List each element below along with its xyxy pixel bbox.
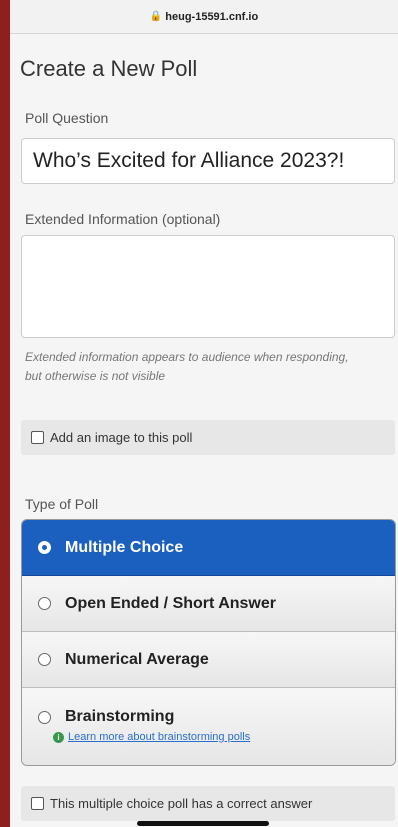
poll-type-multiple-choice[interactable]: Multiple Choice xyxy=(22,520,395,576)
poll-type-selector: Multiple Choice Open Ended / Short Answe… xyxy=(21,519,396,766)
question-value: Who’s Excited for Alliance 2023?! xyxy=(33,149,345,172)
brainstorming-learn-more-text: Learn more about brainstorming polls xyxy=(68,731,251,743)
correct-answer-label: This multiple choice poll has a correct … xyxy=(50,796,313,811)
question-label: Poll Question xyxy=(25,110,109,126)
add-image-option[interactable]: Add an image to this poll xyxy=(21,420,395,455)
poll-type-numerical-average[interactable]: Numerical Average xyxy=(22,632,395,688)
home-indicator xyxy=(137,821,269,826)
extended-info-textarea[interactable] xyxy=(21,235,395,338)
add-image-checkbox[interactable] xyxy=(31,431,44,444)
add-image-label: Add an image to this poll xyxy=(50,430,193,445)
page-title: Create a New Poll xyxy=(20,56,198,81)
brainstorming-learn-more-link[interactable]: i Learn more about brainstorming polls xyxy=(53,731,251,743)
poll-type-brainstorming[interactable]: Brainstorming i Learn more about brainst… xyxy=(22,688,395,765)
poll-type-open-ended[interactable]: Open Ended / Short Answer xyxy=(22,576,395,632)
radio-icon xyxy=(38,711,51,724)
poll-type-label: Type of Poll xyxy=(25,496,99,512)
radio-selected-icon xyxy=(38,541,51,554)
poll-type-label-brainstorming: Brainstorming xyxy=(65,708,175,725)
poll-form-page: Create a New Poll Poll Question Who’s Ex… xyxy=(10,34,398,827)
radio-icon xyxy=(38,597,51,610)
extended-info-help: Extended information appears to audience… xyxy=(25,350,349,383)
poll-type-label-multiple-choice: Multiple Choice xyxy=(65,538,184,556)
correct-answer-option[interactable]: This multiple choice poll has a correct … xyxy=(21,786,395,821)
poll-type-label-open-ended: Open Ended / Short Answer xyxy=(65,594,276,612)
extended-info-label: Extended Information (optional) xyxy=(25,211,221,227)
question-input[interactable]: Who’s Excited for Alliance 2023?! xyxy=(21,138,395,184)
radio-icon xyxy=(38,653,51,666)
info-icon: i xyxy=(53,731,64,743)
browser-url-bar[interactable]: 🔒 heug-15591.cnf.io xyxy=(10,0,398,34)
url-text: heug-15591.cnf.io xyxy=(165,10,259,23)
poll-type-label-numerical-average: Numerical Average xyxy=(65,650,209,668)
lock-icon: 🔒 xyxy=(149,11,163,22)
correct-answer-checkbox[interactable] xyxy=(31,797,44,810)
